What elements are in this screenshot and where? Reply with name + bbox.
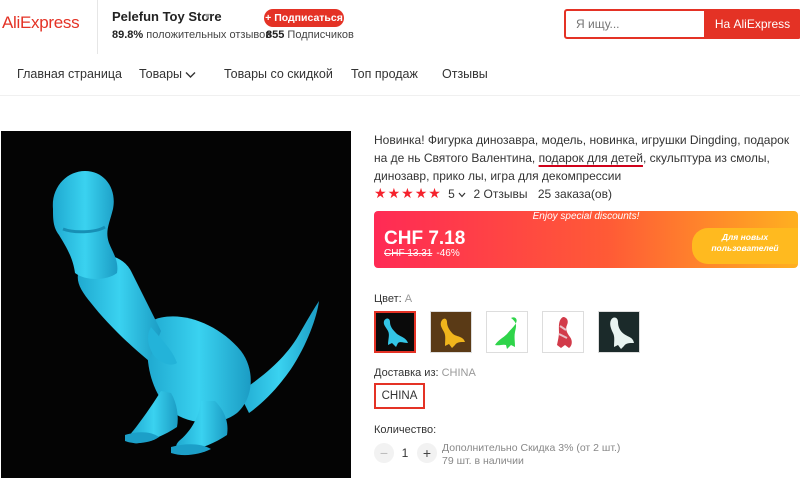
chevron-down-icon[interactable] [458, 192, 466, 198]
nav-products[interactable]: Товары [139, 67, 196, 81]
old-price-row: CHF 13.31 -46% [384, 248, 460, 259]
color-value: A [404, 293, 413, 305]
product-main-image[interactable] [1, 131, 351, 478]
subscribers-count: 855 [266, 29, 285, 41]
rating-row: ★★★★★ 5 2 Отзывы 25 заказа(ов) [374, 185, 612, 201]
extra-discount-text: Дополнительно Скидка 3% (от 2 шт.) [442, 442, 621, 454]
rating-value: 5 [448, 187, 455, 201]
old-price: CHF 13.31 [384, 248, 433, 259]
store-rating: 89.8% положительных отзывов [112, 29, 271, 41]
discount-percent: -46% [436, 248, 460, 259]
ship-from-label: Доставка из: CHINA [374, 367, 476, 379]
search-input[interactable] [566, 11, 724, 37]
quantity-increment-button[interactable]: + [417, 443, 437, 463]
positive-percent: 89.8% [112, 29, 144, 41]
ship-from-value: CHINA [441, 367, 476, 379]
product-title: Новинка! Фигурка динозавра, модель, нови… [374, 131, 798, 185]
color-label: Цвет: A [374, 293, 412, 305]
nav-discounted[interactable]: Товары со скидкой [224, 67, 333, 81]
star-icon: ★ [428, 185, 441, 201]
aliexpress-logo[interactable]: AliExpress [2, 13, 80, 33]
quantity-info: Дополнительно Скидка 3% (от 2 шт.) 79 шт.… [442, 442, 620, 468]
color-option-e[interactable] [598, 311, 640, 353]
title-underlined: подарок для детей [538, 151, 643, 165]
current-price: CHF 7.18 [384, 228, 466, 249]
ship-from-label-text: Доставка из: [374, 367, 439, 379]
orders-count: 25 заказа(ов) [537, 187, 612, 201]
star-icon: ★ [387, 185, 401, 201]
dinosaur-figure-image [1, 131, 351, 478]
nav-products-label: Товары [139, 67, 182, 81]
nav-reviews[interactable]: Отзывы [442, 67, 488, 81]
star-icon: ★ [414, 185, 428, 201]
color-option-c[interactable] [486, 311, 528, 353]
color-option-b[interactable] [430, 311, 472, 353]
reviews-link[interactable]: 2 Отзывы [474, 187, 528, 201]
quantity-value[interactable]: 1 [400, 446, 410, 460]
nav-divider [0, 95, 800, 96]
quantity-decrement-button[interactable]: − [374, 443, 394, 463]
quantity-label: Количество: [374, 424, 437, 436]
new-user-promo-text: Для новых пользователей [711, 232, 779, 253]
subscribers-label: Подписчиков [287, 29, 354, 41]
color-option-a[interactable] [374, 311, 416, 353]
chevron-down-icon[interactable]: ▼ [203, 11, 212, 21]
price-banner: Enjoy special discounts! CHF 7.18 CHF 13… [374, 211, 798, 268]
nav-top-sales[interactable]: Топ продаж [351, 67, 418, 81]
positive-label: положительных отзывов [146, 29, 272, 41]
ship-option-china[interactable]: CHINA [374, 383, 425, 409]
star-icon: ★ [401, 185, 414, 201]
chevron-down-icon [185, 71, 196, 78]
color-label-text: Цвет: [374, 293, 402, 305]
stock-text: 79 шт. в наличии [442, 455, 524, 467]
color-option-d[interactable] [542, 311, 584, 353]
header-divider [97, 0, 98, 54]
star-icon: ★ [374, 185, 387, 201]
subscribe-button[interactable]: + Подписаться [264, 9, 344, 27]
subscribers: 855 Подписчиков [266, 29, 354, 41]
enjoy-discounts-text: Enjoy special discounts! [532, 211, 640, 222]
nav-home[interactable]: Главная страница [17, 67, 122, 81]
search-button[interactable]: На AliExpress [704, 9, 800, 39]
